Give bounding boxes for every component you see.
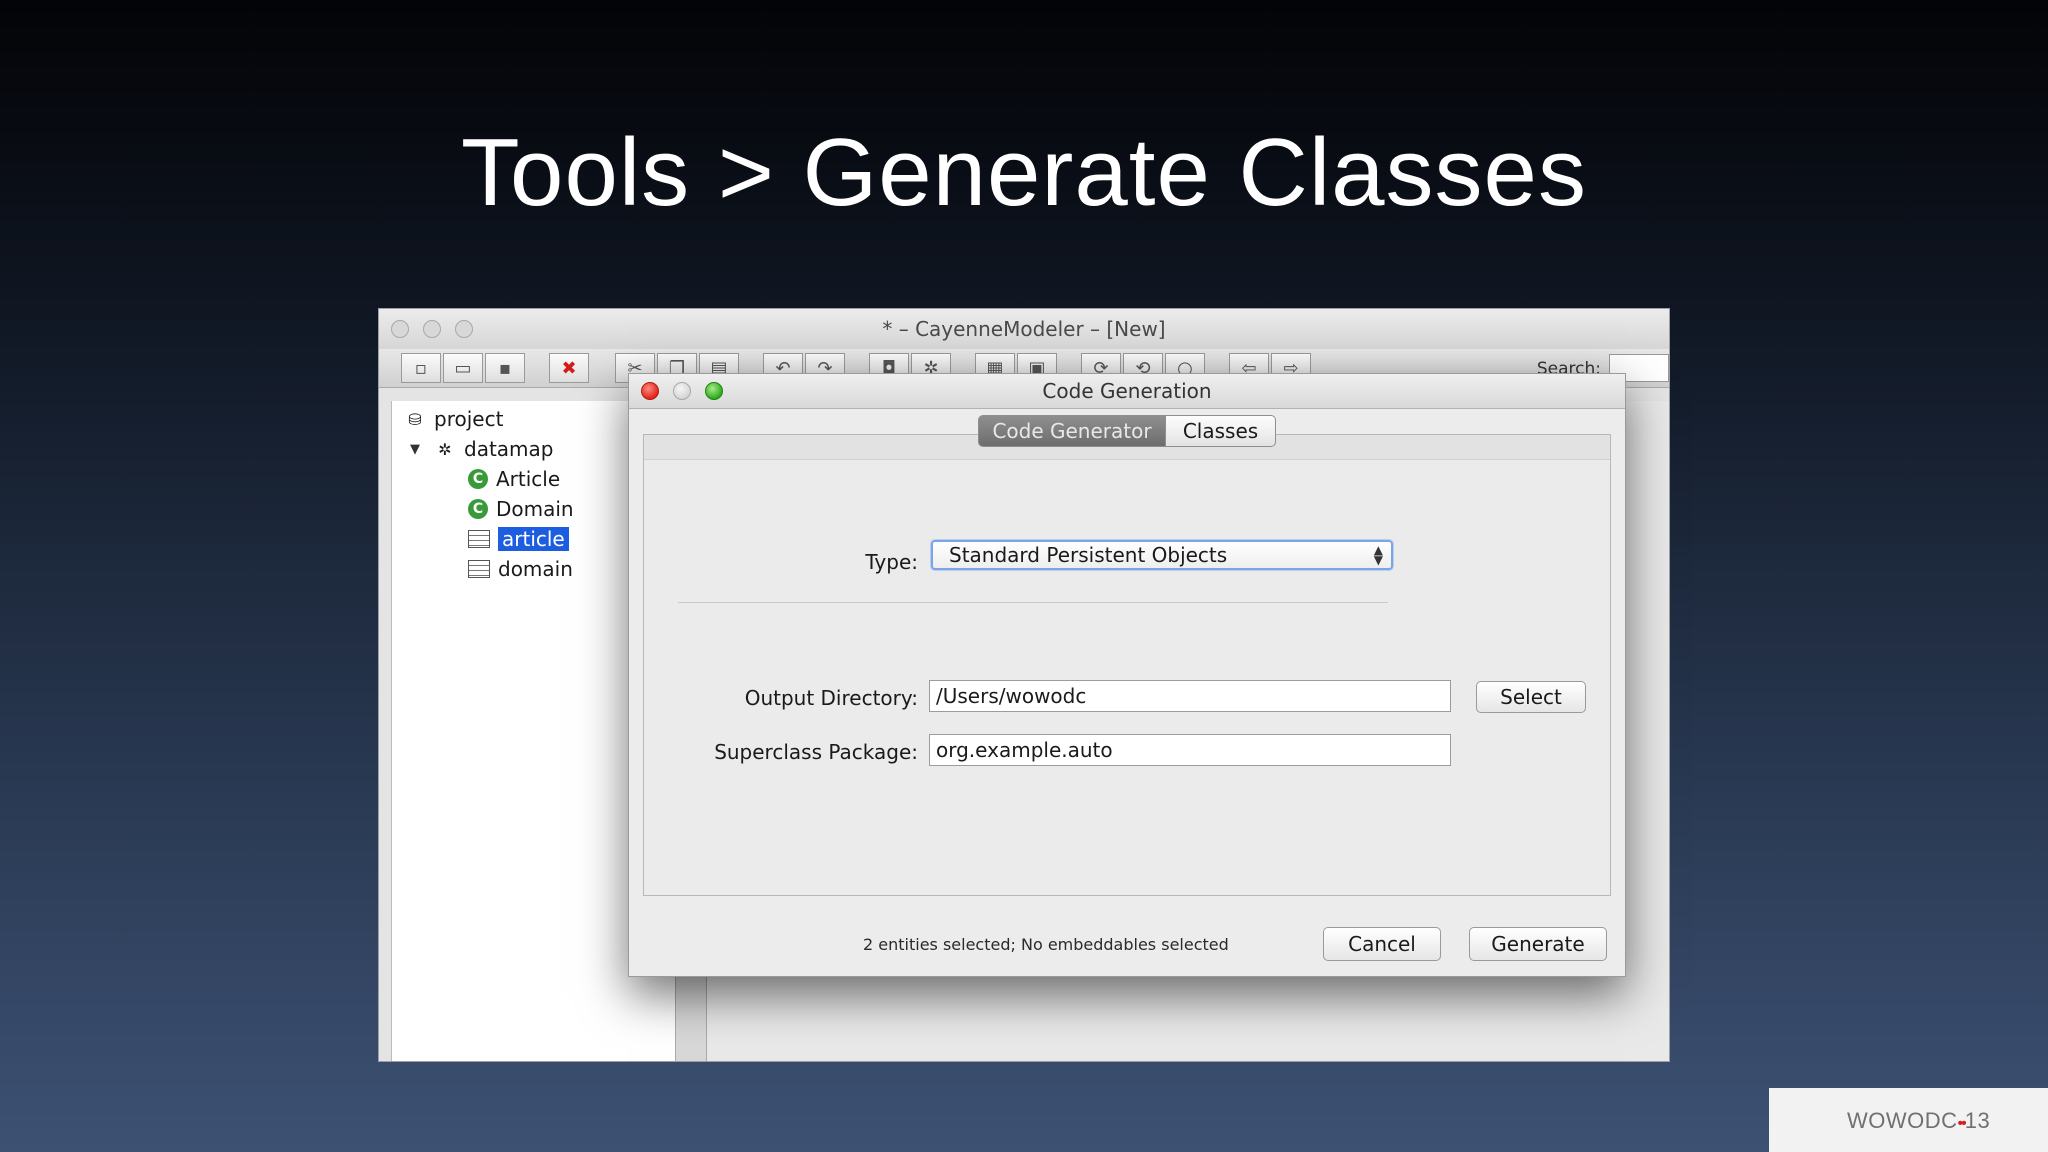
generate-button[interactable]: Generate xyxy=(1469,927,1607,961)
select-button[interactable]: Select xyxy=(1476,681,1586,713)
dialog-titlebar: Code Generation xyxy=(629,374,1625,409)
tree-item-class-article[interactable]: C Article xyxy=(468,465,560,493)
logo-text: WOWODC••13 xyxy=(1847,1108,1990,1134)
tree-item-table-domain[interactable]: domain xyxy=(468,555,573,583)
logo-left: WOWODC xyxy=(1847,1108,1958,1133)
class-icon: C xyxy=(468,469,488,489)
datamap-icon: ✲ xyxy=(438,439,452,459)
cancel-button[interactable]: Cancel xyxy=(1323,927,1441,961)
class-icon: C xyxy=(468,499,488,519)
output-directory-label: Output Directory: xyxy=(744,686,918,710)
logo-right: 13 xyxy=(1964,1108,1991,1133)
tree-item-label: Article xyxy=(496,467,561,491)
select-arrows-icon: ▲ ▼ xyxy=(1373,543,1383,567)
new-project-icon[interactable]: ▫ xyxy=(401,353,441,383)
delete-icon[interactable]: ✖ xyxy=(549,353,589,383)
open-folder-icon[interactable]: ▭ xyxy=(443,353,483,383)
code-generator-panel: Type: Standard Persistent Objects ▲ ▼ Out… xyxy=(643,434,1611,896)
type-select-value: Standard Persistent Objects xyxy=(949,543,1228,567)
output-directory-input[interactable]: /Users/wowodc xyxy=(929,680,1451,712)
toolbar-group-file: ▫ ▭ ▪ xyxy=(401,353,525,383)
tree-item-class-domain[interactable]: C Domain xyxy=(468,495,574,523)
output-directory-value: /Users/wowodc xyxy=(936,684,1087,708)
tree-item-project[interactable]: ⛁ project xyxy=(404,405,503,433)
superclass-package-value: org.example.auto xyxy=(936,738,1113,762)
dialog-tabs: Code Generator Classes xyxy=(978,415,1276,447)
slide-title: Tools > Generate Classes xyxy=(461,119,1587,226)
tree-item-table-article[interactable]: article xyxy=(468,525,569,553)
tree-item-datamap[interactable]: ▼ ✲ datamap xyxy=(404,435,553,463)
dialog-title: Code Generation xyxy=(1042,379,1212,403)
tree-item-label: article xyxy=(498,527,569,551)
database-icon: ⛁ xyxy=(408,409,422,429)
table-icon xyxy=(468,530,490,548)
tree-item-label: datamap xyxy=(464,437,554,461)
selection-status: 2 entities selected; No embeddables sele… xyxy=(863,935,1229,954)
tab-code-generator[interactable]: Code Generator xyxy=(978,415,1166,447)
tree-item-label: domain xyxy=(498,557,573,581)
code-generation-dialog: Code Generation Type: Standard Persisten… xyxy=(628,373,1626,977)
type-label: Type: xyxy=(865,550,918,574)
wowodc-logo: WOWODC••13 xyxy=(1769,1088,2048,1152)
toolbar-group-delete: ✖ xyxy=(549,353,589,383)
save-icon[interactable]: ▪ xyxy=(485,353,525,383)
table-icon xyxy=(468,560,490,578)
disclosure-triangle-icon[interactable]: ▼ xyxy=(404,438,426,460)
superclass-package-label: Superclass Package: xyxy=(714,740,918,764)
logo-dots: •• xyxy=(1957,1115,1967,1132)
tree-item-label: project xyxy=(434,407,504,431)
type-select[interactable]: Standard Persistent Objects ▲ ▼ xyxy=(931,540,1393,570)
separator xyxy=(678,602,1388,603)
window-title: * – CayenneModeler – [New] xyxy=(882,317,1166,341)
tree-item-label: Domain xyxy=(496,497,574,521)
superclass-package-input[interactable]: org.example.auto xyxy=(929,734,1451,766)
main-window-titlebar: * – CayenneModeler – [New] xyxy=(379,309,1669,350)
tab-classes[interactable]: Classes xyxy=(1166,415,1276,447)
